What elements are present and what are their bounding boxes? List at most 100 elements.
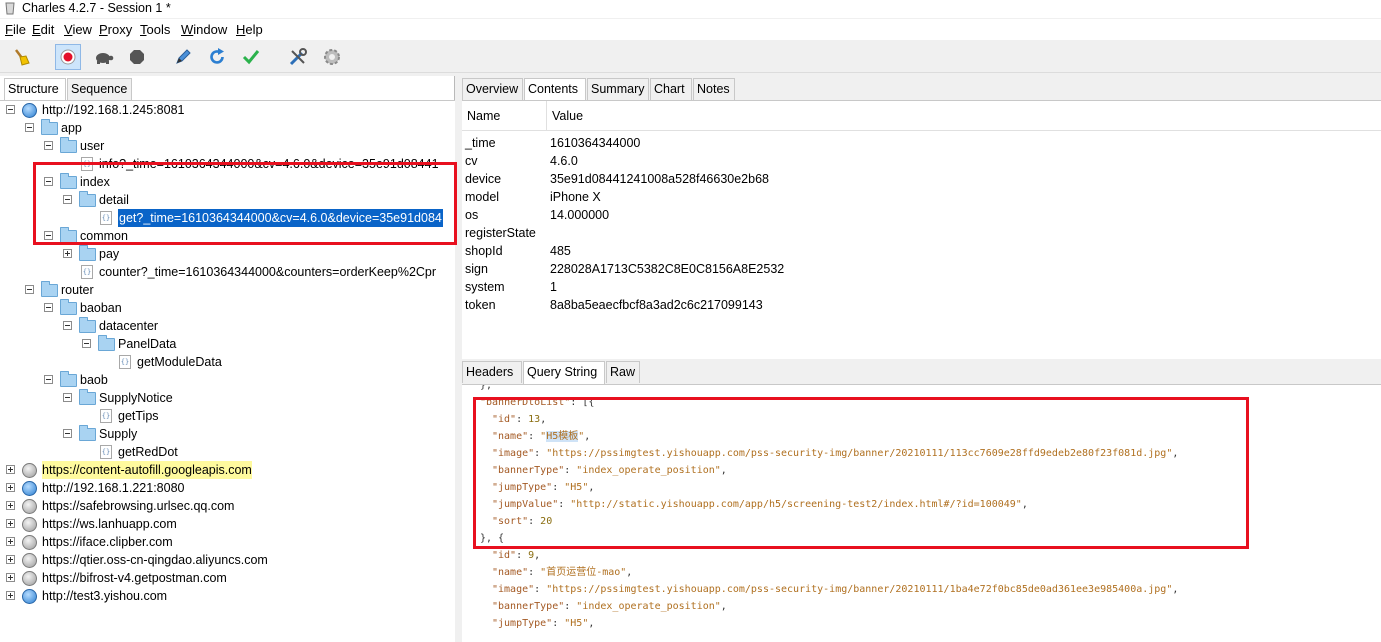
param-name[interactable]: _time xyxy=(465,134,496,152)
tree-row[interactable]: http://test3.yishou.com xyxy=(0,587,455,605)
expand-icon[interactable] xyxy=(6,573,15,582)
menu-help[interactable]: Help xyxy=(236,21,263,38)
param-value[interactable]: 1610364344000 xyxy=(550,134,640,152)
param-value[interactable]: 8a8ba5eaecfbcf8a3ad2c6c217099143 xyxy=(550,296,763,314)
collapse-icon[interactable] xyxy=(44,303,53,312)
tab-overview[interactable]: Overview xyxy=(462,78,523,100)
tree-row[interactable]: https://iface.clipber.com xyxy=(0,533,455,551)
tools-button[interactable] xyxy=(285,44,311,70)
settings-button[interactable] xyxy=(319,44,345,70)
compose-button[interactable] xyxy=(170,44,196,70)
tree-row[interactable]: https://bifrost-v4.getpostman.com xyxy=(0,569,455,587)
collapse-icon[interactable] xyxy=(63,429,72,438)
throttle-button[interactable] xyxy=(90,44,116,70)
param-name[interactable]: model xyxy=(465,188,499,206)
expand-icon[interactable] xyxy=(63,249,72,258)
param-name[interactable]: device xyxy=(465,170,501,188)
structure-tree[interactable]: http://192.168.1.245:8081 app user {} info?_… xyxy=(0,100,455,642)
param-value[interactable]: 1 xyxy=(550,278,557,296)
param-value[interactable]: 14.000000 xyxy=(550,206,609,224)
expand-icon[interactable] xyxy=(6,483,15,492)
tree-row[interactable]: common xyxy=(0,227,455,245)
param-name[interactable]: system xyxy=(465,278,505,296)
expand-icon[interactable] xyxy=(6,465,15,474)
tree-row[interactable]: {} getRedDot xyxy=(0,443,455,461)
tree-row[interactable]: https://safebrowsing.urlsec.qq.com xyxy=(0,497,455,515)
menu-view[interactable]: View xyxy=(64,21,92,38)
menu-window[interactable]: Window xyxy=(181,21,227,38)
tree-row[interactable]: https://content-autofill.googleapis.com xyxy=(0,461,455,479)
collapse-icon[interactable] xyxy=(6,105,15,114)
collapse-icon[interactable] xyxy=(44,231,53,240)
param-value[interactable]: 35e91d08441241008a528f46630e2b68 xyxy=(550,170,769,188)
param-name[interactable]: registerState xyxy=(465,224,536,242)
collapse-icon[interactable] xyxy=(82,339,91,348)
window-title: Charles 4.2.7 - Session 1 * xyxy=(22,1,171,15)
tree-row[interactable]: {} info?_time=1610364344000&cv=4.6.0&devi… xyxy=(0,155,455,173)
param-name[interactable]: sign xyxy=(465,260,488,278)
tree-row[interactable]: index xyxy=(0,173,455,191)
tree-row[interactable]: Supply xyxy=(0,425,455,443)
menu-file[interactable]: File xyxy=(5,21,26,38)
collapse-icon[interactable] xyxy=(44,177,53,186)
expand-icon[interactable] xyxy=(6,537,15,546)
collapse-icon[interactable] xyxy=(25,123,34,132)
json-viewer[interactable]: }, "bannerDtoList": [{"id": 13, "name": "H… xyxy=(462,384,1381,642)
column-header-name[interactable]: Name xyxy=(462,101,547,131)
menu-tools[interactable]: Tools xyxy=(140,21,170,38)
tab-headers[interactable]: Headers xyxy=(462,361,522,383)
tree-row[interactable]: detail xyxy=(0,191,455,209)
param-value[interactable]: 4.6.0 xyxy=(550,152,578,170)
param-value[interactable]: 228028A1713C5382C8E0C8156A8E2532 xyxy=(550,260,784,278)
param-value[interactable]: 485 xyxy=(550,242,571,260)
expand-icon[interactable] xyxy=(6,519,15,528)
collapse-icon[interactable] xyxy=(63,321,72,330)
column-header-value[interactable]: Value xyxy=(547,101,1381,131)
record-button[interactable] xyxy=(55,44,81,70)
tree-row[interactable]: datacenter xyxy=(0,317,455,335)
tree-row[interactable]: app xyxy=(0,119,455,137)
tab-contents[interactable]: Contents xyxy=(524,78,586,101)
menu-edit[interactable]: Edit xyxy=(32,21,54,38)
validate-button[interactable] xyxy=(238,44,264,70)
tree-row[interactable]: http://192.168.1.245:8081 xyxy=(0,101,455,119)
tree-row[interactable]: user xyxy=(0,137,455,155)
tree-row[interactable]: pay xyxy=(0,245,455,263)
param-name[interactable]: token xyxy=(465,296,496,314)
tree-row[interactable]: SupplyNotice xyxy=(0,389,455,407)
expand-icon[interactable] xyxy=(6,591,15,600)
tab-query-string[interactable]: Query String xyxy=(523,361,605,384)
collapse-icon[interactable] xyxy=(63,195,72,204)
tree-row[interactable]: {} getModuleData xyxy=(0,353,455,371)
param-name[interactable]: shopId xyxy=(465,242,503,260)
tab-sequence[interactable]: Sequence xyxy=(67,78,132,100)
menu-proxy[interactable]: Proxy xyxy=(99,21,132,38)
tree-row[interactable]: https://qtier.oss-cn-qingdao.aliyuncs.co… xyxy=(0,551,455,569)
tree-row[interactable]: http://192.168.1.221:8080 xyxy=(0,479,455,497)
tab-chart[interactable]: Chart xyxy=(650,78,692,100)
tree-row[interactable]: {} counter?_time=1610364344000&counters=o… xyxy=(0,263,455,281)
expand-icon[interactable] xyxy=(6,501,15,510)
tree-row[interactable]: baoban xyxy=(0,299,455,317)
breakpoints-button[interactable] xyxy=(124,44,150,70)
param-value[interactable]: iPhone X xyxy=(550,188,601,206)
clear-session-button[interactable] xyxy=(8,44,34,70)
param-name[interactable]: os xyxy=(465,206,478,224)
tree-row[interactable]: PanelData xyxy=(0,335,455,353)
tree-row[interactable]: router xyxy=(0,281,455,299)
tab-structure[interactable]: Structure xyxy=(4,78,66,101)
tree-row[interactable]: https://ws.lanhuapp.com xyxy=(0,515,455,533)
collapse-icon[interactable] xyxy=(44,141,53,150)
collapse-icon[interactable] xyxy=(44,375,53,384)
tab-notes[interactable]: Notes xyxy=(693,78,735,100)
tree-row[interactable]: baob xyxy=(0,371,455,389)
collapse-icon[interactable] xyxy=(63,393,72,402)
collapse-icon[interactable] xyxy=(25,285,34,294)
tree-row[interactable]: {} get?_time=1610364344000&cv=4.6.0&devic… xyxy=(0,209,455,227)
param-name[interactable]: cv xyxy=(465,152,478,170)
expand-icon[interactable] xyxy=(6,555,15,564)
tab-raw[interactable]: Raw xyxy=(606,361,640,383)
repeat-button[interactable] xyxy=(204,44,230,70)
tree-row[interactable]: {} getTips xyxy=(0,407,455,425)
tab-summary[interactable]: Summary xyxy=(587,78,649,100)
